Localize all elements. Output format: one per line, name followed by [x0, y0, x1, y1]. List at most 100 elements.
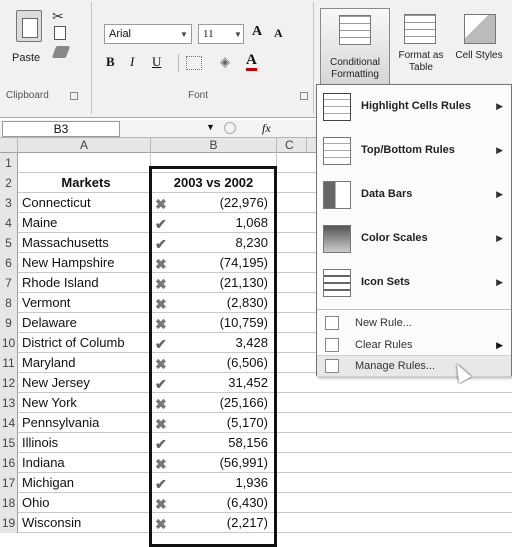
market-cell[interactable]: Vermont [18, 293, 151, 313]
insert-function-button[interactable]: fx [262, 121, 271, 136]
value-cell[interactable]: ✖ (2,830) [151, 293, 277, 313]
row-number[interactable]: 14 [0, 413, 18, 433]
market-cell[interactable]: Ohio [18, 493, 151, 513]
value-cell[interactable]: ✖ (74,195) [151, 253, 277, 273]
underline-button[interactable]: U [152, 54, 161, 74]
format-as-table-label[interactable]: Format as Table [394, 50, 448, 74]
cell[interactable] [277, 433, 512, 453]
menu-item-new-rule[interactable]: New Rule... [317, 313, 511, 335]
cell[interactable] [277, 493, 512, 513]
market-cell[interactable]: Illinois [18, 433, 151, 453]
font-dialog-launcher-icon[interactable] [300, 92, 308, 100]
shrink-font-button[interactable]: A [274, 26, 283, 41]
bold-button[interactable]: B [106, 54, 115, 74]
font-color-button[interactable]: A [246, 52, 257, 71]
chevron-down-icon[interactable]: ▼ [180, 30, 188, 39]
market-cell[interactable]: Maryland [18, 353, 151, 373]
value-cell[interactable]: ✔ 3,428 [151, 333, 277, 353]
value-cell[interactable]: ✔ 1,068 [151, 213, 277, 233]
row-number[interactable]: 19 [0, 513, 18, 533]
value-cell[interactable]: ✖ (22,976) [151, 193, 277, 213]
value-cell[interactable]: ✔ 8,230 [151, 233, 277, 253]
value-cell[interactable]: ✔ 58,156 [151, 433, 277, 453]
menu-item-icon-sets[interactable]: Icon Sets ▶ [317, 263, 511, 307]
paste-icon[interactable] [16, 10, 42, 42]
value-cell[interactable]: ✔ 1,936 [151, 473, 277, 493]
name-box[interactable]: B3 [2, 121, 120, 137]
menu-item-manage-rules[interactable]: Manage Rules... [317, 355, 511, 377]
cell-styles-label[interactable]: Cell Styles [454, 50, 504, 62]
cancel-icon[interactable] [224, 122, 236, 134]
row-number[interactable]: 15 [0, 433, 18, 453]
cut-icon[interactable]: ✂ [52, 8, 64, 25]
market-cell[interactable]: Massachusetts [18, 233, 151, 253]
row-number[interactable]: 6 [0, 253, 18, 273]
row-number[interactable]: 17 [0, 473, 18, 493]
market-cell[interactable]: New Hampshire [18, 253, 151, 273]
italic-button[interactable]: I [130, 54, 134, 74]
borders-icon[interactable] [186, 56, 202, 70]
row-number[interactable]: 12 [0, 373, 18, 393]
clipboard-dialog-launcher-icon[interactable] [70, 92, 78, 100]
paste-button-label[interactable]: Paste [12, 52, 40, 64]
row-number[interactable]: 9 [0, 313, 18, 333]
row-number[interactable]: 16 [0, 453, 18, 473]
markets-header-cell[interactable]: Markets [18, 173, 151, 193]
cell[interactable] [277, 473, 512, 493]
value-cell[interactable]: ✖ (21,130) [151, 273, 277, 293]
row-number[interactable]: 2 [0, 173, 18, 193]
select-all-corner[interactable] [0, 138, 18, 153]
copy-icon[interactable] [54, 26, 66, 40]
row-number[interactable]: 10 [0, 333, 18, 353]
grow-font-button[interactable]: A [252, 24, 262, 40]
fill-color-icon[interactable]: ◈ [220, 54, 230, 70]
market-cell[interactable]: District of Columb [18, 333, 151, 353]
format-painter-icon[interactable] [51, 46, 71, 58]
cell[interactable] [277, 513, 512, 533]
menu-item-color-scales[interactable]: Color Scales ▶ [317, 219, 511, 263]
market-cell[interactable]: Wisconsin [18, 513, 151, 533]
market-cell[interactable]: New Jersey [18, 373, 151, 393]
cell[interactable] [277, 393, 512, 413]
row-number[interactable]: 13 [0, 393, 18, 413]
row-number[interactable]: 3 [0, 193, 18, 213]
value-cell[interactable]: ✖ (2,217) [151, 513, 277, 533]
row-number[interactable]: 1 [0, 153, 18, 173]
value-cell[interactable]: ✖ (56,991) [151, 453, 277, 473]
market-cell[interactable]: Michigan [18, 473, 151, 493]
market-cell[interactable]: Maine [18, 213, 151, 233]
row-number[interactable]: 5 [0, 233, 18, 253]
menu-item-data-bars[interactable]: Data Bars ▶ [317, 175, 511, 219]
market-cell[interactable]: Pennsylvania [18, 413, 151, 433]
row-number[interactable]: 4 [0, 213, 18, 233]
value-cell[interactable]: ✖ (6,506) [151, 353, 277, 373]
menu-item-top-bottom-rules[interactable]: Top/Bottom Rules ▶ [317, 131, 511, 175]
market-cell[interactable]: Delaware [18, 313, 151, 333]
row-number[interactable]: 11 [0, 353, 18, 373]
cell[interactable] [151, 153, 277, 173]
row-number[interactable]: 7 [0, 273, 18, 293]
cell-styles-icon[interactable] [464, 14, 496, 44]
market-cell[interactable]: Connecticut [18, 193, 151, 213]
value-cell[interactable]: ✖ (5,170) [151, 413, 277, 433]
column-header-c[interactable]: C [277, 138, 307, 153]
chevron-down-icon[interactable]: ▼ [234, 30, 242, 39]
menu-item-highlight-cells-rules[interactable]: Highlight Cells Rules ▶ [317, 87, 511, 131]
market-cell[interactable]: New York [18, 393, 151, 413]
row-number[interactable]: 18 [0, 493, 18, 513]
cell[interactable] [277, 453, 512, 473]
value-cell[interactable]: ✖ (6,430) [151, 493, 277, 513]
menu-item-clear-rules[interactable]: Clear Rules ▶ [317, 335, 511, 357]
column-header-a[interactable]: A [18, 138, 151, 153]
value-cell[interactable]: ✖ (25,166) [151, 393, 277, 413]
comparison-header-cell[interactable]: 2003 vs 2002 [151, 173, 277, 193]
value-cell[interactable]: ✖ (10,759) [151, 313, 277, 333]
value-cell[interactable]: ✔ 31,452 [151, 373, 277, 393]
market-cell[interactable]: Rhode Island [18, 273, 151, 293]
conditional-formatting-button[interactable]: Conditional Formatting [320, 8, 390, 86]
chevron-down-icon[interactable]: ▼ [206, 122, 215, 132]
cell[interactable] [18, 153, 151, 173]
row-number[interactable]: 8 [0, 293, 18, 313]
market-cell[interactable]: Indiana [18, 453, 151, 473]
format-as-table-icon[interactable] [404, 14, 436, 44]
